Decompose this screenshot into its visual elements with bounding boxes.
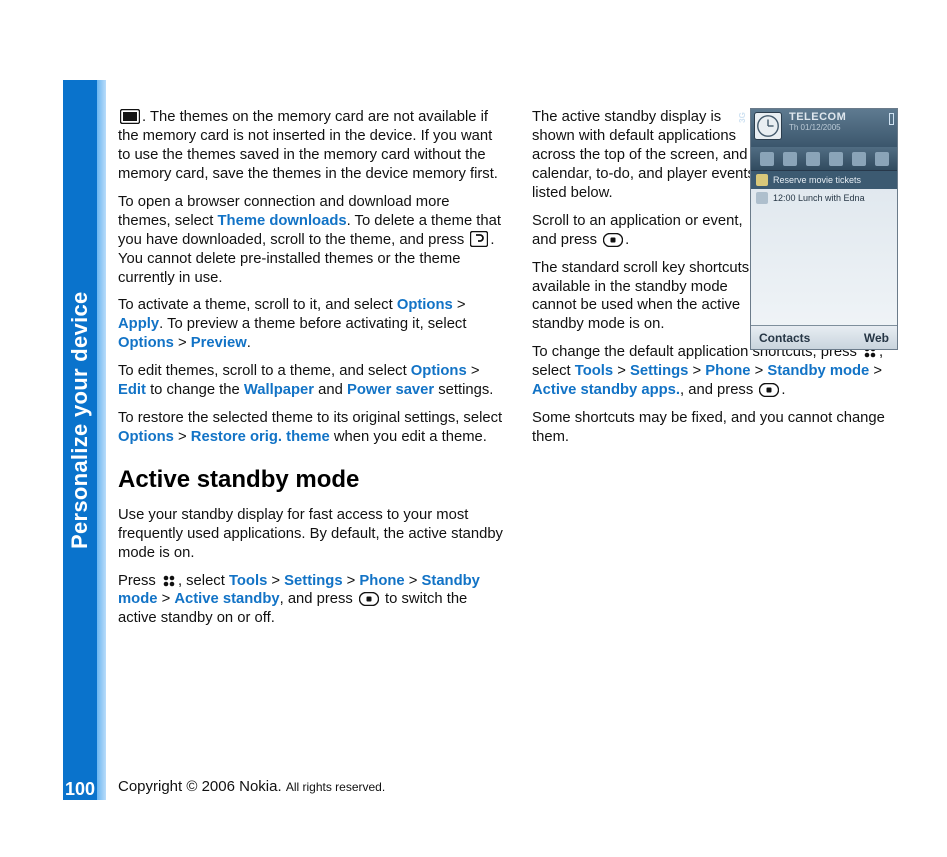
memory-card-icon	[120, 109, 140, 124]
menu-options: Options	[397, 297, 453, 313]
text: , select	[178, 573, 229, 589]
calendar-icon	[756, 192, 768, 204]
menu-options: Options	[118, 335, 174, 351]
para-download: To open a browser connection and downloa…	[118, 193, 504, 288]
menu-tools: Tools	[229, 573, 267, 589]
para-fixed-shortcuts: Some shortcuts may be fixed, and you can…	[532, 409, 918, 447]
event-text: 12:00 Lunch with Edna	[773, 193, 865, 203]
app-icon	[875, 152, 889, 166]
separator: >	[174, 335, 191, 351]
text: .	[625, 232, 629, 248]
text: , and press	[280, 591, 357, 607]
para-standby-toggle: Press , select Tools > Settings > Phone …	[118, 572, 504, 629]
text: . To preview a theme before activating i…	[159, 316, 466, 332]
phone-event-row: 12:00 Lunch with Edna	[751, 189, 897, 207]
menu-options: Options	[118, 429, 174, 445]
app-icon	[760, 152, 774, 166]
menu-phone: Phone	[705, 363, 750, 379]
menu-preview: Preview	[191, 335, 247, 351]
separator: >	[750, 363, 767, 379]
softkey-right: Web	[864, 331, 889, 345]
copyright-text: Copyright © 2006 Nokia.	[118, 778, 286, 795]
phone-screenshot: 3G TELECOM Th 01/12/2005 Reserve movie t…	[750, 108, 898, 350]
text: . The themes on the memory card are not …	[118, 109, 498, 182]
phone-event-list: Reserve movie tickets 12:00 Lunch with E…	[751, 171, 897, 207]
heading-active-standby: Active standby mode	[118, 465, 504, 496]
separator: >	[343, 573, 360, 589]
text: .	[781, 382, 785, 398]
event-text: Reserve movie tickets	[773, 175, 861, 185]
text: to change the	[146, 382, 244, 398]
rights-text: All rights reserved.	[286, 780, 385, 794]
clock-icon	[754, 112, 782, 140]
clear-key-icon	[470, 231, 488, 247]
page-content: 3G TELECOM Th 01/12/2005 Reserve movie t…	[118, 108, 918, 798]
text: .	[247, 335, 251, 351]
softkey-left: Contacts	[759, 331, 810, 345]
phone-date: Th 01/12/2005	[789, 123, 893, 132]
scroll-key-icon	[359, 592, 379, 606]
text: Scroll to an application or event, and p…	[532, 213, 743, 248]
app-icon	[852, 152, 866, 166]
app-icon	[783, 152, 797, 166]
text: Press	[118, 573, 160, 589]
scroll-key-icon	[759, 383, 779, 397]
menu-active-standby: Active standby	[174, 591, 279, 607]
separator: >	[688, 363, 705, 379]
menu-active-standby-apps: Active standby apps.	[532, 382, 680, 398]
menu-theme-downloads: Theme downloads	[218, 213, 347, 229]
menu-key-icon	[162, 574, 176, 588]
page-number: 100	[63, 779, 97, 800]
text: To edit themes, scroll to a theme, and s…	[118, 363, 411, 379]
phone-topbar: 3G TELECOM Th 01/12/2005	[751, 109, 897, 147]
footer: Copyright © 2006 Nokia. All rights reser…	[118, 778, 385, 795]
menu-settings: Settings	[630, 363, 688, 379]
signal-indicator: 3G	[738, 112, 747, 123]
phone-softkeys: Contacts Web	[751, 325, 897, 349]
menu-wallpaper: Wallpaper	[244, 382, 314, 398]
menu-edit: Edit	[118, 382, 146, 398]
menu-apply: Apply	[118, 316, 159, 332]
sidebar-accent	[97, 80, 106, 800]
para-activate: To activate a theme, scroll to it, and s…	[118, 296, 504, 353]
text: To activate a theme, scroll to it, and s…	[118, 297, 397, 313]
operator-name: TELECOM	[789, 111, 893, 123]
menu-power-saver: Power saver	[347, 382, 434, 398]
menu-options: Options	[411, 363, 467, 379]
separator: >	[174, 429, 191, 445]
text: , and press	[680, 382, 757, 398]
phone-event-row: Reserve movie tickets	[751, 171, 897, 189]
app-icon	[806, 152, 820, 166]
menu-restore: Restore orig. theme	[191, 429, 330, 445]
menu-tools: Tools	[575, 363, 613, 379]
para-edit: To edit themes, scroll to a theme, and s…	[118, 362, 504, 400]
app-icon	[829, 152, 843, 166]
battery-icon	[889, 113, 894, 125]
separator: >	[613, 363, 630, 379]
text: settings.	[434, 382, 493, 398]
separator: >	[869, 363, 882, 379]
menu-standby-mode: Standby mode	[767, 363, 869, 379]
menu-settings: Settings	[284, 573, 342, 589]
para-memory-card: . The themes on the memory card are not …	[118, 108, 504, 184]
menu-phone: Phone	[359, 573, 404, 589]
separator: >	[267, 573, 284, 589]
text: and	[314, 382, 347, 398]
sidebar-label: Personalize your device	[62, 290, 98, 550]
text: when you edit a theme.	[330, 429, 487, 445]
para-standby-intro: Use your standby display for fast access…	[118, 506, 504, 563]
separator: >	[405, 573, 422, 589]
text: To restore the selected theme to its ori…	[118, 410, 502, 426]
phone-app-row	[751, 147, 897, 171]
scroll-key-icon	[603, 233, 623, 247]
bookmark-icon	[756, 174, 768, 186]
separator: >	[453, 297, 466, 313]
para-restore: To restore the selected theme to its ori…	[118, 409, 504, 447]
para-change-shortcuts: To change the default application shortc…	[532, 343, 918, 400]
separator: >	[467, 363, 480, 379]
separator: >	[157, 591, 174, 607]
